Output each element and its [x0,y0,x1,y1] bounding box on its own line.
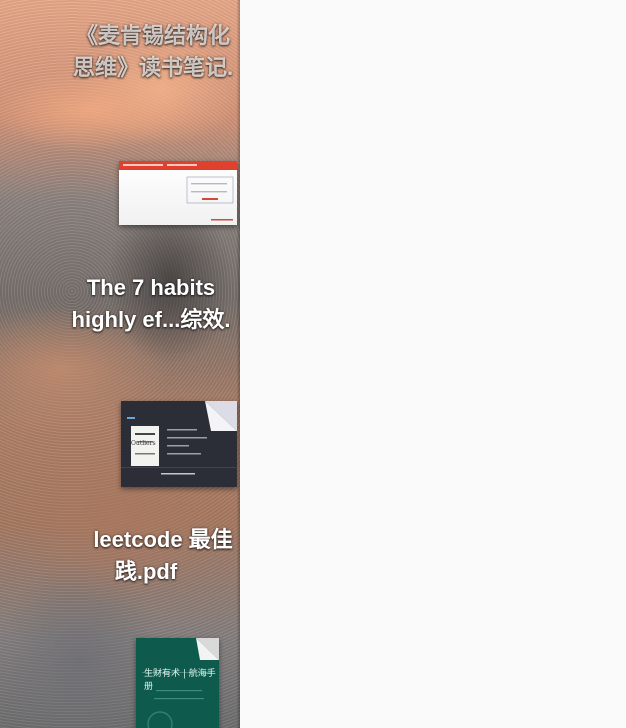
book-cover-title: 生财有术 | 航海手册 [144,669,216,692]
outliers-cover-word: Outliers [131,440,156,447]
slide-preview-icon [119,161,237,221]
file-thumbnail-7-habits[interactable] [119,161,237,225]
file-label-7-habits[interactable]: The 7 habits highly ef...综效. [56,272,240,336]
finder-window-blank-area[interactable] [240,0,626,728]
desktop-wallpaper: 《麦肯锡结构化 思维》读书笔记. The 7 habits highly ef.… [0,0,240,728]
file-label-mckinsey[interactable]: 《麦肯锡结构化 思维》读书笔记. [58,20,240,84]
file-label-leetcode[interactable]: leetcode 最佳 践.pdf [80,524,240,588]
file-thumbnail-navigation-manual[interactable]: 生财有术 | 航海手册 [136,638,219,728]
